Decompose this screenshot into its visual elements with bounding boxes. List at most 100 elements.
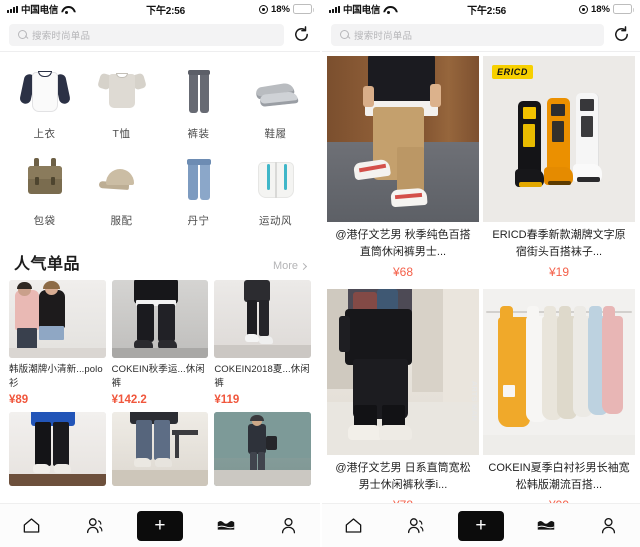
- product-title: @港仔文艺男 秋季纯色百搭直筒休闲裤男士...: [335, 229, 471, 259]
- product-title: 韩版潮牌小清新...polo衫: [9, 364, 103, 389]
- category-label: 裤装: [187, 128, 210, 140]
- category-item-tshirt[interactable]: T恤: [83, 60, 160, 147]
- profile-icon: [278, 515, 299, 536]
- product-price: ¥19: [548, 265, 570, 280]
- category-item-denim[interactable]: 丹宁: [160, 147, 237, 234]
- tab-add[interactable]: +: [136, 510, 183, 541]
- category-item-tops[interactable]: 上衣: [6, 60, 83, 147]
- battery-percent-label: 18%: [590, 3, 610, 15]
- profile-icon: [598, 515, 619, 536]
- location-services-icon: [578, 4, 588, 14]
- product-card[interactable]: [214, 411, 311, 486]
- popular-section-header: 人气单品 More: [0, 238, 320, 278]
- product-card[interactable]: [111, 411, 209, 486]
- search-placeholder: 搜索时尚单品: [354, 30, 413, 42]
- shop-icon: [215, 516, 237, 536]
- sportswear-icon: [246, 152, 306, 208]
- product-card[interactable]: COKEIN秋季运...休闲裤 ¥142.2: [111, 280, 209, 406]
- clock-label: 下午2:56: [467, 5, 506, 17]
- search-placeholder: 搜索时尚单品: [32, 30, 91, 42]
- product-title: COKEIN秋季运...休闲裤: [111, 364, 205, 389]
- status-bar-left: 中国电信: [329, 2, 394, 16]
- category-label: T恤: [112, 128, 131, 140]
- category-item-bags[interactable]: 包袋: [6, 147, 83, 234]
- category-label: 上衣: [33, 128, 56, 140]
- wifi-icon: [61, 5, 72, 14]
- search-input[interactable]: 搜索时尚单品: [331, 23, 604, 46]
- location-services-icon: [258, 4, 268, 14]
- battery-icon: [293, 4, 314, 14]
- brand-badge: ERICD: [492, 65, 534, 79]
- tab-shop[interactable]: [526, 507, 566, 545]
- category-item-shoes[interactable]: 鞋履: [237, 60, 314, 147]
- left-screen: 中国电信 下午2:56 18% 搜索时尚单品 上衣 T恤 裤装 鞋履 包袋 服配…: [0, 0, 320, 547]
- search-input[interactable]: 搜索时尚单品: [9, 23, 284, 46]
- product-thumbnail: [111, 411, 209, 486]
- battery-icon: [613, 4, 634, 14]
- right-screen: 中国电信 下午2:56 18% 搜索时尚单品 @港仔文艺男 秋季纯色百搭直筒休闲…: [320, 0, 640, 547]
- category-label: 运动风: [259, 215, 292, 227]
- wifi-icon: [383, 5, 394, 14]
- product-thumbnail: [214, 411, 311, 486]
- category-item-accessories[interactable]: 服配: [83, 147, 160, 234]
- carrier-label: 中国电信: [21, 5, 59, 16]
- category-item-sportswear[interactable]: 运动风: [237, 147, 314, 234]
- product-card[interactable]: ARTS MAN @港仔文艺男 日系直筒宽松男士休闲裤秋季i...: [327, 289, 479, 503]
- shop-icon: [535, 516, 557, 536]
- friends-icon: [84, 515, 105, 536]
- trousers-icon: [169, 65, 229, 121]
- bottom-tab-bar: +: [0, 503, 320, 547]
- product-price: ¥68: [392, 265, 414, 280]
- search-bar: 搜索时尚单品: [322, 18, 640, 51]
- tab-shop[interactable]: [206, 507, 246, 545]
- product-price: ¥142.2: [111, 393, 147, 406]
- jeans-icon: [169, 152, 229, 208]
- status-bar: 中国电信 下午2:56 18%: [0, 0, 320, 18]
- status-bar: 中国电信 下午2:56 18%: [322, 0, 640, 18]
- product-card[interactable]: COKEIN夏季白衬衫男长袖宽松韩版潮流百搭... ¥99: [483, 289, 635, 503]
- product-title: ERICD春季新款潮牌文字原宿街头百搭袜子...: [492, 229, 626, 259]
- product-thumbnail: [214, 280, 311, 358]
- product-card[interactable]: @港仔文艺男 秋季纯色百搭直筒休闲裤男士... ¥68: [327, 56, 479, 285]
- battery-percent-label: 18%: [270, 3, 290, 15]
- product-card[interactable]: COKEIN2018夏...休闲裤 ¥119: [214, 280, 311, 406]
- carrier-label: 中国电信: [343, 5, 381, 16]
- product-feed-grid: @港仔文艺男 秋季纯色百搭直筒休闲裤男士... ¥68 ERICD ERICD春…: [322, 52, 640, 503]
- tab-friends[interactable]: [74, 507, 114, 545]
- tab-friends[interactable]: [396, 507, 436, 545]
- product-thumbnail: [327, 56, 479, 222]
- product-thumbnail: [483, 289, 635, 456]
- signal-bars-icon: [7, 5, 18, 13]
- tab-home[interactable]: [333, 507, 373, 545]
- left-content: 上衣 T恤 裤装 鞋履 包袋 服配 丹宁 运动风 人气单品 More 韩版潮牌小…: [0, 52, 320, 503]
- tab-profile[interactable]: [589, 507, 629, 545]
- more-link[interactable]: More: [273, 260, 308, 272]
- plus-icon: +: [154, 515, 166, 536]
- product-thumbnail: [9, 411, 106, 486]
- signal-bars-icon: [329, 5, 340, 13]
- jacket-icon: [15, 65, 75, 121]
- popular-products-row: 韩版潮牌小清新...polo衫 ¥89 COKEIN秋季运...休闲裤 ¥142…: [0, 278, 320, 406]
- search-bar: 搜索时尚单品: [0, 18, 320, 51]
- refresh-icon[interactable]: [292, 25, 311, 44]
- popular-products-row-2: [0, 406, 320, 486]
- chevron-right-icon: [299, 262, 308, 270]
- bottom-tab-bar: +: [322, 503, 640, 547]
- tab-home[interactable]: [11, 507, 51, 545]
- page-title: 人气单品: [14, 256, 81, 273]
- product-card[interactable]: 韩版潮牌小清新...polo衫 ¥89: [9, 280, 106, 406]
- product-title: COKEIN2018夏...休闲裤: [214, 364, 310, 389]
- tab-add[interactable]: +: [457, 510, 504, 541]
- product-card[interactable]: [9, 411, 106, 486]
- product-title: @港仔文艺男 日系直筒宽松男士休闲裤秋季i...: [335, 462, 471, 492]
- refresh-icon[interactable]: [612, 25, 631, 44]
- category-grid: 上衣 T恤 裤装 鞋履 包袋 服配 丹宁 运动风: [0, 52, 320, 238]
- product-thumbnail: [9, 280, 106, 358]
- category-label: 包袋: [33, 215, 56, 227]
- product-card[interactable]: ERICD ERICD春季新款潮牌文字原宿街头百搭袜子... ¥19: [483, 56, 635, 285]
- category-item-trousers[interactable]: 裤装: [160, 60, 237, 147]
- watermark-label: ARTS MAN: [470, 381, 477, 422]
- product-title: COKEIN夏季白衬衫男长袖宽松韩版潮流百搭...: [488, 462, 630, 492]
- product-thumbnail: ERICD: [483, 56, 635, 222]
- tab-profile[interactable]: [269, 507, 309, 545]
